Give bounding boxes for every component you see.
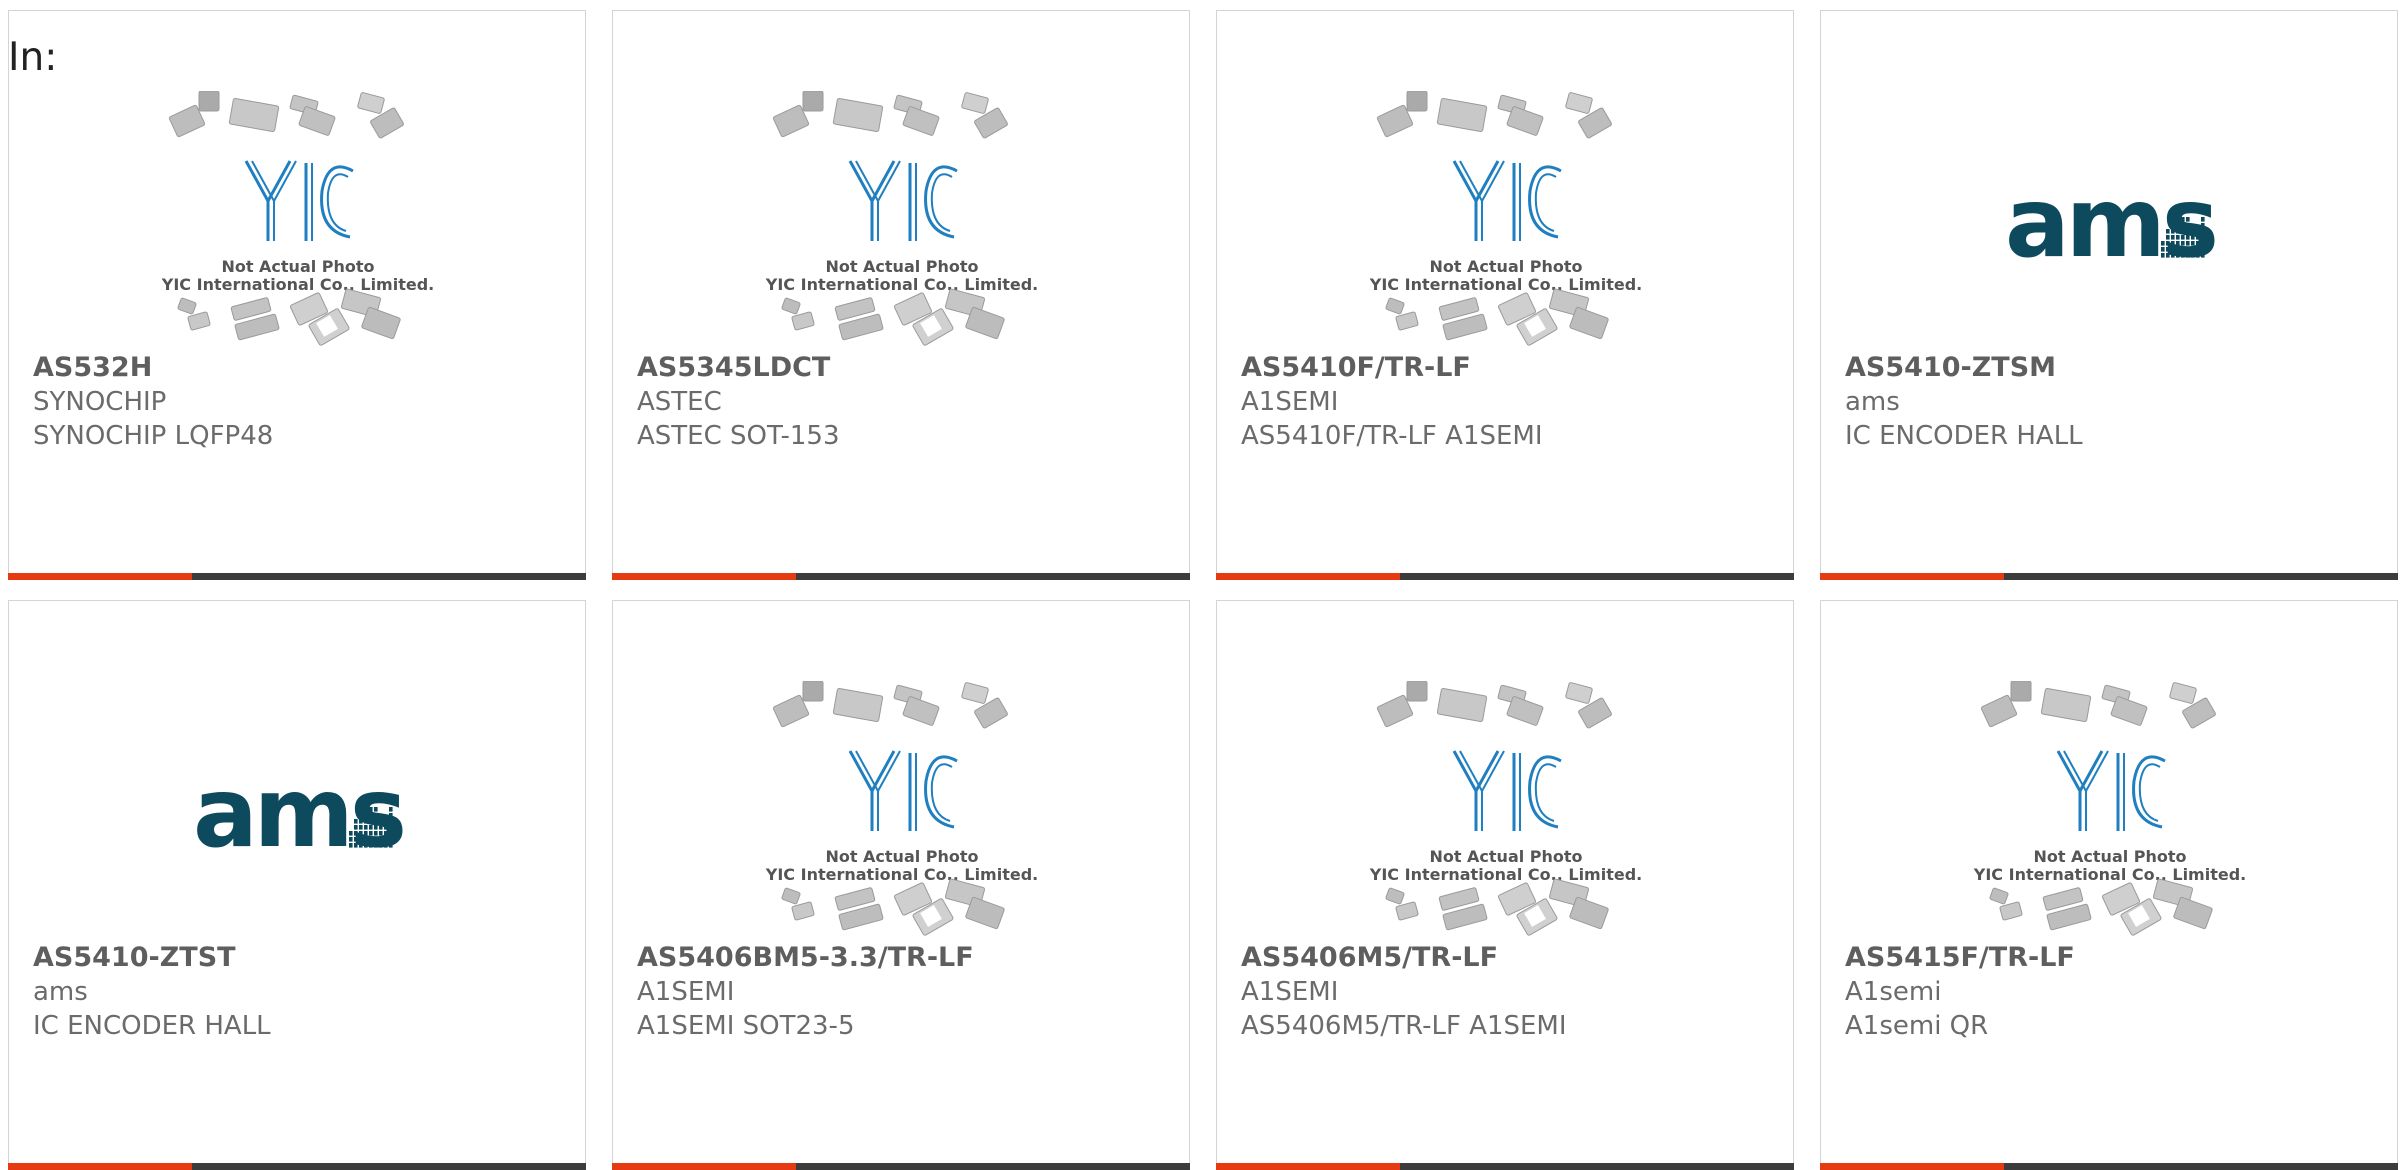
product-card[interactable]: Not Actual Photo YIC International Co., … [8, 10, 586, 580]
manufacturer: A1SEMI [1241, 977, 1339, 1007]
manufacturer: A1SEMI [637, 977, 735, 1007]
description: A1semi QR [1845, 1011, 1989, 1041]
placeholder-photo-icon: Not Actual Photo YIC International Co., … [1369, 90, 1642, 346]
svg-text:Not Actual Photo: Not Actual Photo [2033, 847, 2186, 866]
part-number[interactable]: AS5410-ZTST [33, 941, 575, 975]
svg-text:YIC International Co., Limited: YIC International Co., Limited. [1973, 865, 2246, 884]
manufacturer: ams [1845, 387, 1900, 417]
description: AS5410F/TR-LF A1SEMI [1241, 421, 1543, 451]
svg-text:Not Actual Photo: Not Actual Photo [1429, 257, 1582, 276]
part-number[interactable]: AS5410F/TR-LF [1241, 351, 1783, 385]
product-image: Not Actual Photo YIC International Co., … [1217, 90, 1793, 351]
card-accent-bar [612, 573, 796, 580]
card-accent-bar [8, 573, 192, 580]
manufacturer: SYNOCHIP [33, 387, 167, 417]
part-number[interactable]: AS5406BM5-3.3/TR-LF [637, 941, 1179, 975]
product-image: Not Actual Photo YIC International Co., … [9, 90, 585, 351]
placeholder-photo-icon: Not Actual Photo YIC International Co., … [1369, 680, 1642, 936]
manufacturer: ASTEC [637, 387, 722, 417]
card-accent-bar [1216, 573, 1400, 580]
part-number[interactable]: AS5345LDCT [637, 351, 1179, 385]
part-number[interactable]: AS5415F/TR-LF [1845, 941, 2387, 975]
placeholder-photo-icon: Not Actual Photo YIC International Co., … [765, 680, 1038, 936]
product-card[interactable]: Not Actual Photo YIC International Co., … [1216, 600, 1794, 1170]
svg-text:Not Actual Photo: Not Actual Photo [221, 257, 374, 276]
card-footer-bar [1820, 573, 2398, 580]
manufacturer: A1semi [1845, 977, 1942, 1007]
part-number[interactable]: AS532H [33, 351, 575, 385]
placeholder-photo-icon: Not Actual Photo YIC International Co., … [765, 90, 1038, 346]
card-footer-bar [612, 573, 1190, 580]
product-image: Not Actual Photo YIC International Co., … [1821, 680, 2397, 941]
svg-text:YIC International Co., Limited: YIC International Co., Limited. [1369, 865, 1642, 884]
part-number[interactable]: AS5406M5/TR-LF [1241, 941, 1783, 975]
card-accent-bar [1820, 573, 2004, 580]
placeholder-photo-icon: Not Actual Photo YIC International Co., … [161, 90, 434, 346]
svg-text:YIC International Co., Limited: YIC International Co., Limited. [161, 275, 434, 294]
description: AS5406M5/TR-LF A1SEMI [1241, 1011, 1567, 1041]
ams-logo-icon: ams [2005, 167, 2219, 279]
product-image: ams [1821, 91, 2397, 351]
manufacturer: ams [33, 977, 88, 1007]
product-image: ams [9, 681, 585, 941]
product-card[interactable]: Not Actual Photo YIC International Co., … [1216, 10, 1794, 580]
card-footer-bar [8, 573, 586, 580]
svg-text:YIC International Co., Limited: YIC International Co., Limited. [765, 865, 1038, 884]
product-image: Not Actual Photo YIC International Co., … [613, 90, 1189, 351]
svg-text:YIC International Co., Limited: YIC International Co., Limited. [765, 275, 1038, 294]
product-card[interactable]: ams AS5410-ZTSM ams IC ENCODER HALL [1820, 10, 2398, 580]
product-card[interactable]: Not Actual Photo YIC International Co., … [612, 10, 1190, 580]
description: A1SEMI SOT23-5 [637, 1011, 855, 1041]
product-card[interactable]: Not Actual Photo YIC International Co., … [612, 600, 1190, 1170]
svg-text:Not Actual Photo: Not Actual Photo [825, 847, 978, 866]
svg-text:YIC International Co., Limited: YIC International Co., Limited. [1369, 275, 1642, 294]
ams-logo-icon: ams [193, 757, 407, 869]
filter-label: In: [8, 35, 58, 80]
product-card[interactable]: Not Actual Photo YIC International Co., … [1820, 600, 2398, 1170]
product-image: Not Actual Photo YIC International Co., … [1217, 680, 1793, 941]
part-number[interactable]: AS5410-ZTSM [1845, 351, 2387, 385]
description: SYNOCHIP LQFP48 [33, 421, 274, 451]
product-card[interactable]: ams AS5410-ZTST ams IC ENCODER HALL [8, 600, 586, 1170]
manufacturer: A1SEMI [1241, 387, 1339, 417]
svg-text:Not Actual Photo: Not Actual Photo [1429, 847, 1582, 866]
description: IC ENCODER HALL [1845, 421, 2083, 451]
product-image: Not Actual Photo YIC International Co., … [613, 680, 1189, 941]
card-footer-bar [1216, 573, 1794, 580]
description: ASTEC SOT-153 [637, 421, 840, 451]
description: IC ENCODER HALL [33, 1011, 271, 1041]
svg-text:Not Actual Photo: Not Actual Photo [825, 257, 978, 276]
placeholder-photo-icon: Not Actual Photo YIC International Co., … [1973, 680, 2246, 936]
